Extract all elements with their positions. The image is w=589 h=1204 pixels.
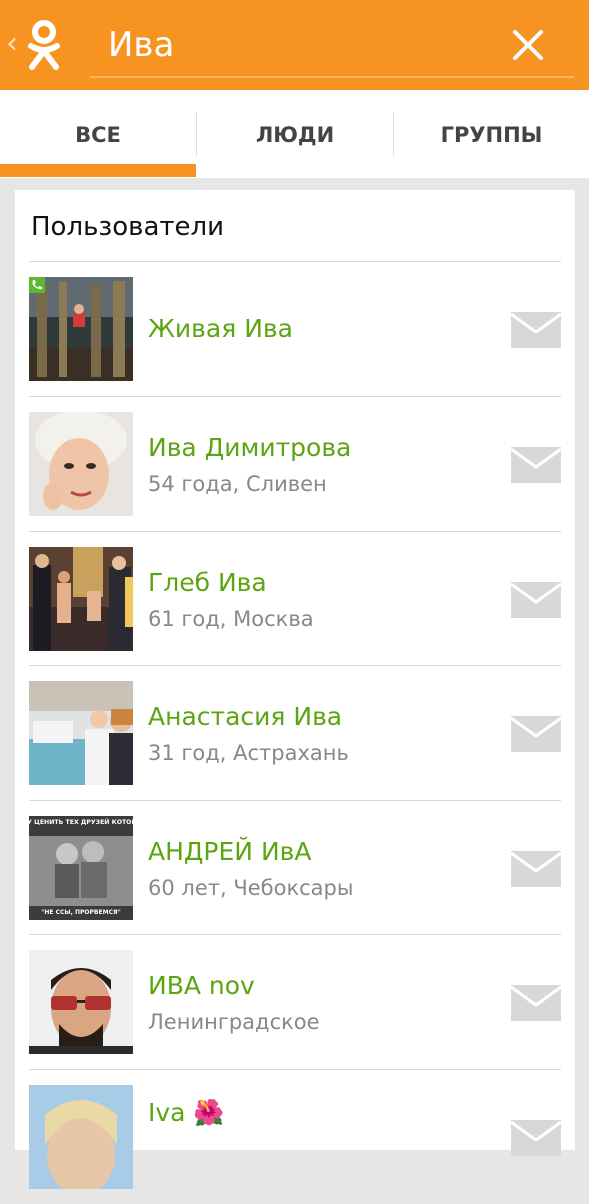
avatar[interactable]: [29, 547, 133, 651]
ok-logo[interactable]: [24, 18, 64, 72]
top-bar: ‹ Ива: [0, 0, 589, 90]
search-input[interactable]: Ива: [108, 22, 174, 68]
avatar[interactable]: [29, 681, 133, 785]
message-envelope-icon[interactable]: [511, 985, 561, 1021]
phone-badge-icon: [29, 277, 45, 293]
user-meta: 54 года, Сливен: [148, 472, 327, 496]
users-card: Пользователи Живая Ива Ива Димитрова 54 …: [15, 190, 575, 1189]
back-chevron-icon[interactable]: ‹: [6, 26, 18, 62]
user-row[interactable]: ИВА nov Ленинградское: [15, 935, 575, 1069]
search-underline: [90, 76, 574, 78]
user-meta: Ленинградское: [148, 1010, 320, 1034]
user-name[interactable]: Iva 🌺: [148, 1096, 225, 1130]
user-name[interactable]: Живая Ива: [148, 312, 293, 346]
user-row[interactable]: Глеб Ива 61 год, Москва: [15, 532, 575, 666]
section-title: Пользователи: [31, 212, 225, 242]
user-row[interactable]: Ива Димитрова 54 года, Сливен: [15, 397, 575, 531]
avatar[interactable]: [29, 277, 133, 381]
active-tab-indicator: [0, 164, 196, 177]
avatar[interactable]: [29, 412, 133, 516]
message-envelope-icon[interactable]: [511, 582, 561, 618]
user-name[interactable]: АНДРЕЙ ИвА: [148, 835, 312, 869]
avatar-caption-top: ВСЕГДА БУДУ ЦЕНИТЬ ТЕХ ДРУЗЕЙ КОТОРЫЕ СК…: [29, 817, 133, 826]
user-meta: 61 год, Москва: [148, 607, 314, 631]
user-row[interactable]: Iva 🌺: [15, 1070, 575, 1204]
user-name[interactable]: Глеб Ива: [148, 566, 267, 600]
tab-groups[interactable]: ГРУППЫ: [394, 90, 589, 178]
avatar[interactable]: [29, 950, 133, 1054]
user-meta: 60 лет, Чебоксары: [148, 876, 354, 900]
close-icon[interactable]: [507, 24, 549, 66]
message-envelope-icon[interactable]: [511, 312, 561, 348]
user-row[interactable]: Живая Ива: [15, 262, 575, 396]
message-envelope-icon[interactable]: [511, 851, 561, 887]
tab-people[interactable]: ЛЮДИ: [196, 90, 394, 178]
avatar[interactable]: ВСЕГДА БУДУ ЦЕНИТЬ ТЕХ ДРУЗЕЙ КОТОРЫЕ СК…: [29, 816, 133, 920]
message-envelope-icon[interactable]: [511, 716, 561, 752]
user-name[interactable]: Ива Димитрова: [148, 431, 351, 465]
message-envelope-icon[interactable]: [511, 1120, 561, 1156]
message-envelope-icon[interactable]: [511, 447, 561, 483]
avatar[interactable]: [29, 1085, 133, 1189]
user-meta: 31 год, Астрахань: [148, 741, 349, 765]
user-row[interactable]: Анастасия Ива 31 год, Астрахань: [15, 666, 575, 800]
user-row[interactable]: ВСЕГДА БУДУ ЦЕНИТЬ ТЕХ ДРУЗЕЙ КОТОРЫЕ СК…: [15, 801, 575, 935]
user-name[interactable]: ИВА nov: [148, 969, 255, 1003]
avatar-caption-bottom: "НЕ ССЫ, ПРОРВЕМСЯ": [41, 909, 120, 916]
user-name[interactable]: Анастасия Ива: [148, 700, 342, 734]
